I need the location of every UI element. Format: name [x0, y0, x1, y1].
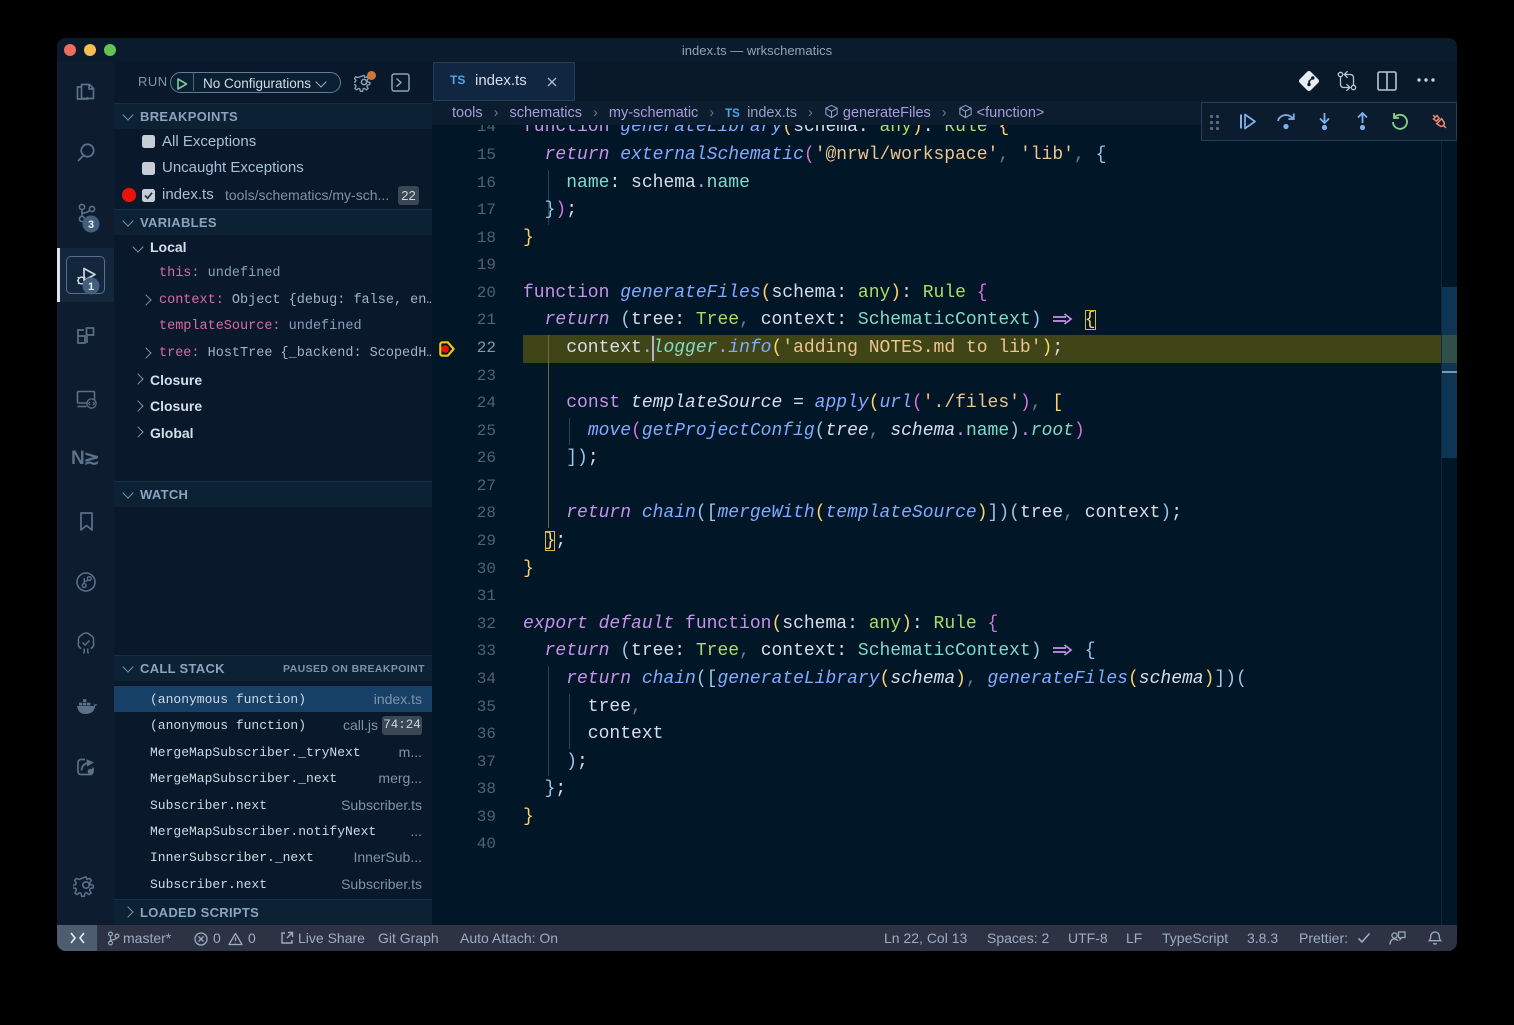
- svg-text:1: 1: [88, 280, 94, 292]
- svg-text:3: 3: [88, 219, 94, 231]
